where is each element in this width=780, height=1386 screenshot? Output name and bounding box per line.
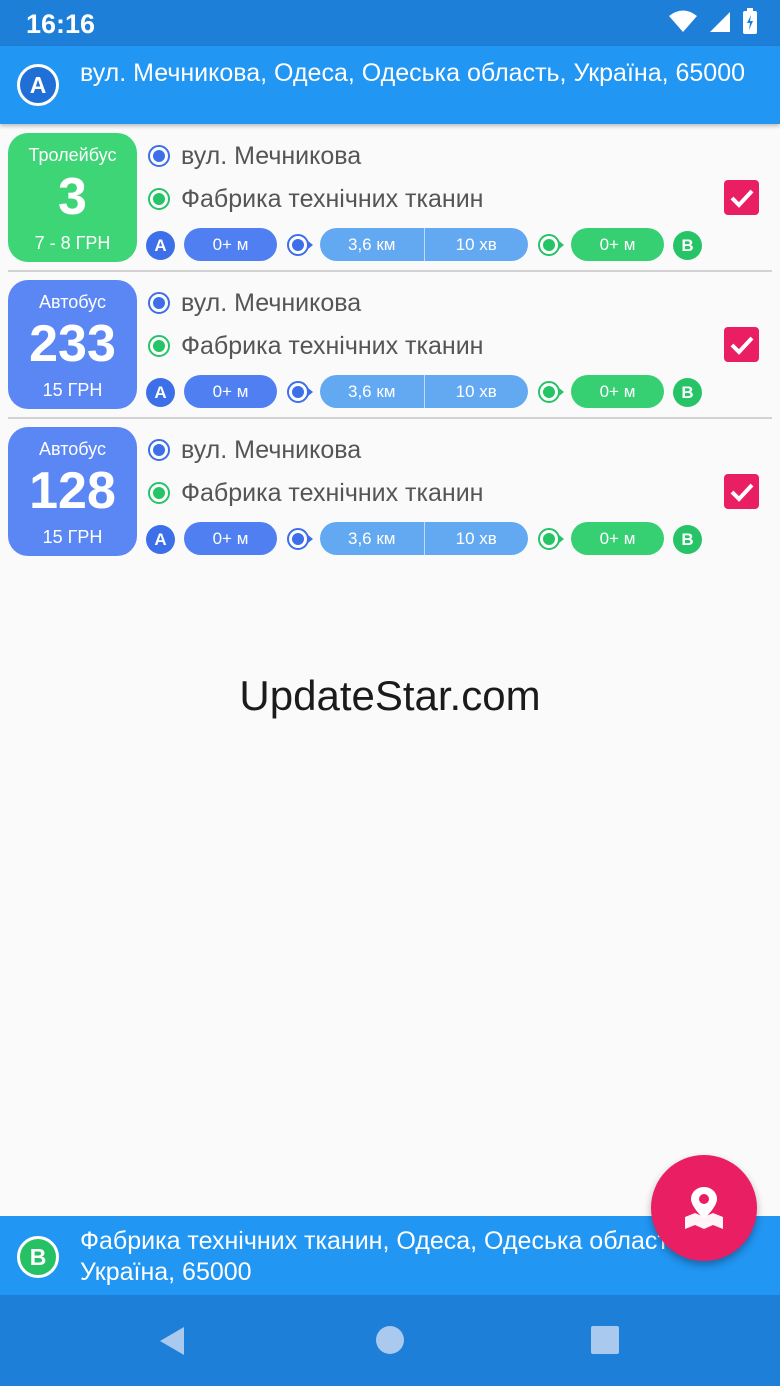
from-stop-name: вул. Мечникова [181,435,362,464]
board-stop-icon [287,234,313,256]
ride-duration: 10 хв [423,228,529,261]
to-stop-name: Фабрика технічних тканин [181,184,484,213]
exit-stop-icon [538,528,564,550]
status-bar: 16:16 [0,0,780,46]
start-marker: A [146,231,175,260]
walk-start-chip: 0+ м [184,522,277,555]
route-checkbox[interactable] [724,327,759,362]
route-badge: Автобус 233 15 ГРН [8,280,137,409]
destination-marker: B [17,1236,59,1278]
destination-address-line2: Україна, 65000 [80,1258,252,1286]
check-icon [730,483,753,502]
origin-bar[interactable]: A вул. Мечникова, Одеса, Одеська область… [0,46,780,124]
recents-square-icon[interactable] [590,1325,620,1355]
route-number: 128 [29,462,116,520]
end-marker: B [673,525,702,554]
route-type: Автобус [39,439,106,459]
ride-distance: 3,6 км [348,528,396,548]
from-stop: вул. Мечникова [148,435,361,465]
board-stop-icon [287,528,313,550]
walk-end-chip: 0+ м [571,375,664,408]
start-marker: A [146,378,175,407]
map-pin-icon [685,1187,723,1229]
route-badge: Тролейбус 3 7 - 8 ГРН [8,133,137,262]
from-stop-icon [148,145,170,167]
to-stop-name: Фабрика технічних тканин [181,331,484,360]
from-stop-icon [148,439,170,461]
route-checkbox[interactable] [724,180,759,215]
ride-duration: 10 хв [423,375,529,408]
route-number: 233 [29,315,116,373]
from-stop-name: вул. Мечникова [181,141,362,170]
home-circle-icon[interactable] [375,1325,405,1355]
route-segments: A 0+ м 3,6 км 10 хв 0+ м B [146,522,746,556]
route-item[interactable]: Автобус 128 15 ГРН вул. Мечникова Фабрик… [0,419,780,566]
to-stop-icon [148,188,170,210]
route-type: Тролейбус [28,145,117,165]
status-time: 16:16 [26,9,96,39]
battery-icon [743,8,757,34]
check-icon [730,189,753,208]
check-icon [730,336,753,355]
route-price: 15 ГРН [42,527,103,547]
walk-start-chip: 0+ м [184,228,277,261]
to-stop: Фабрика технічних тканин [148,478,483,508]
origin-marker: A [17,64,59,106]
walk-end-chip: 0+ м [571,228,664,261]
system-nav-bar [0,1295,780,1386]
walk-end-chip: 0+ м [571,522,664,555]
from-stop: вул. Мечникова [148,141,361,171]
start-marker: A [146,525,175,554]
from-stop-icon [148,292,170,314]
ride-chip: 3,6 км 10 хв [320,375,528,408]
walk-start-chip: 0+ м [184,375,277,408]
ride-distance: 3,6 км [348,234,396,254]
exit-stop-icon [538,381,564,403]
origin-address: вул. Мечникова, Одеса, Одеська область, … [80,59,746,87]
end-marker: B [673,378,702,407]
to-stop-name: Фабрика технічних тканин [181,478,484,507]
from-stop-name: вул. Мечникова [181,288,362,317]
from-stop: вул. Мечникова [148,288,361,318]
route-price: 7 - 8 ГРН [34,233,111,253]
board-stop-icon [287,381,313,403]
to-stop-icon [148,335,170,357]
route-badge: Автобус 128 15 ГРН [8,427,137,556]
exit-stop-icon [538,234,564,256]
end-marker: B [673,231,702,260]
ride-chip: 3,6 км 10 хв [320,522,528,555]
to-stop: Фабрика технічних тканин [148,184,483,214]
route-segments: A 0+ м 3,6 км 10 хв 0+ м B [146,375,746,409]
signal-icon [710,12,730,32]
wifi-icon [669,10,697,32]
route-item[interactable]: Тролейбус 3 7 - 8 ГРН вул. Мечникова Фаб… [0,125,780,272]
route-item[interactable]: Автобус 233 15 ГРН вул. Мечникова Фабрик… [0,272,780,419]
route-segments: A 0+ м 3,6 км 10 хв 0+ м B [146,228,746,262]
route-number: 3 [58,168,87,226]
route-type: Автобус [39,292,106,312]
watermark: UpdateStar.com [239,672,541,719]
route-price: 15 ГРН [42,380,103,400]
to-stop: Фабрика технічних тканин [148,331,483,361]
to-stop-icon [148,482,170,504]
back-triangle-icon[interactable] [156,1325,188,1357]
ride-chip: 3,6 км 10 хв [320,228,528,261]
route-checkbox[interactable] [724,474,759,509]
ride-duration: 10 хв [423,522,529,555]
ride-distance: 3,6 км [348,381,396,401]
map-fab-button[interactable] [651,1155,757,1261]
